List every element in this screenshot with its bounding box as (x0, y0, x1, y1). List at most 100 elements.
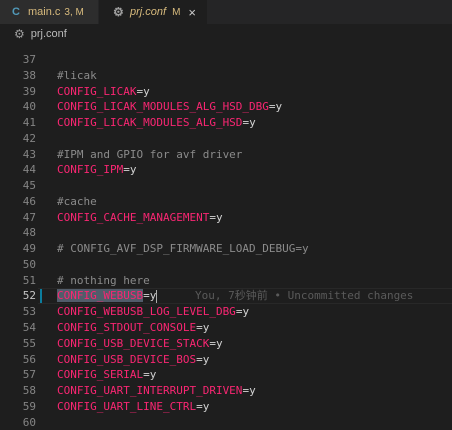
code-comment: # CONFIG_AVF_DSP_FIRMWARE_LOAD_DEBUG=y (57, 242, 309, 256)
code-token: y (249, 384, 256, 398)
line-number: 48 (22, 226, 36, 240)
breadcrumb-file[interactable]: prj.conf (31, 28, 67, 40)
line-code: CONFIG_LICAK_MODULES_ALG_HSD=y (57, 115, 256, 131)
code-token: = (143, 289, 150, 303)
code-token: = (196, 352, 203, 366)
line-code: CONFIG_SERIAL=y (57, 367, 156, 383)
editor-tab-bar: C main.c 3, M ⚙ prj.conf M × (0, 0, 452, 24)
close-icon[interactable]: × (188, 5, 196, 20)
code-line[interactable]: 53 CONFIG_WEBUSB_LOG_LEVEL_DBG=y (0, 304, 452, 320)
breadcrumb[interactable]: ⚙ prj.conf (0, 24, 452, 44)
line-code: #cache (57, 194, 97, 210)
line-code: CONFIG_IPM=y (57, 162, 136, 178)
config-key: CONFIG_UART_INTERRUPT_DRIVEN (57, 384, 243, 398)
line-number: 60 (22, 415, 36, 429)
code-token: y (215, 336, 223, 350)
code-token: = (196, 399, 203, 413)
line-number: 43 (22, 147, 36, 161)
code-token: = (209, 210, 216, 224)
code-line[interactable]: 48 (0, 225, 452, 241)
line-code: CONFIG_WEBUSB_LOG_LEVEL_DBG=y (57, 304, 249, 320)
code-line[interactable]: 47 CONFIG_CACHE_MANAGEMENT=y (0, 210, 452, 226)
text-cursor (156, 289, 158, 303)
line-number: 56 (22, 352, 36, 366)
line-code: CONFIG_STDOUT_CONSOLE=y (57, 320, 209, 336)
code-comment: #licak (57, 68, 97, 82)
code-line[interactable]: 58 CONFIG_UART_INTERRUPT_DRIVEN=y (0, 383, 452, 399)
code-line[interactable]: 56 CONFIG_USB_DEVICE_BOS=y (0, 352, 452, 368)
line-number: 45 (22, 179, 36, 193)
line-code: CONFIG_CACHE_MANAGEMENT=y (57, 210, 223, 226)
config-key: CONFIG_USB_DEVICE_BOS (57, 352, 197, 366)
code-line[interactable]: 44 CONFIG_IPM=y (0, 162, 452, 178)
code-token: y (129, 163, 137, 177)
code-token: = (123, 163, 130, 177)
line-code: CONFIG_UART_INTERRUPT_DRIVEN=y (57, 383, 256, 399)
code-line[interactable]: 37 (0, 52, 452, 68)
code-line[interactable]: 38 #licak (0, 68, 452, 84)
code-token: = (196, 321, 203, 335)
config-key: CONFIG_LICAK_MODULES_ALG_HSD (57, 116, 243, 130)
line-code: #IPM and GPIO for avf driver (57, 147, 242, 163)
config-key: CONFIG_LICAK (57, 84, 137, 98)
code-token: y (143, 84, 150, 98)
code-token: y (149, 368, 157, 382)
code-line[interactable]: 49 # CONFIG_AVF_DSP_FIRMWARE_LOAD_DEBUG=y (0, 241, 452, 257)
tab-label: main.c (28, 6, 61, 18)
line-code: #licak (57, 68, 97, 84)
config-key: CONFIG_SERIAL (57, 368, 144, 382)
line-number: 49 (22, 242, 36, 256)
line-number: 55 (22, 336, 36, 350)
config-key: CONFIG_IPM (57, 163, 124, 177)
config-key: CONFIG_UART_LINE_CTRL (57, 399, 197, 413)
line-number: 38 (22, 68, 36, 82)
code-line[interactable]: 45 (0, 178, 452, 194)
config-key: CONFIG_WEBUSB_LOG_LEVEL_DBG (57, 305, 236, 319)
code-line[interactable]: 57 CONFIG_SERIAL=y (0, 367, 452, 383)
code-line[interactable]: 41 CONFIG_LICAK_MODULES_ALG_HSD=y (0, 115, 452, 131)
line-code: CONFIG_WEBUSB=y (57, 288, 158, 304)
line-number: 51 (22, 273, 36, 287)
code-token: y (215, 210, 223, 224)
line-number: 58 (22, 384, 36, 398)
code-line[interactable]: 54 CONFIG_STDOUT_CONSOLE=y (0, 320, 452, 336)
line-number: 57 (22, 368, 36, 382)
config-key: CONFIG_WEBUSB (57, 289, 144, 303)
code-line[interactable]: 43 #IPM and GPIO for avf driver (0, 147, 452, 163)
code-line[interactable]: 42 (0, 131, 452, 147)
code-line[interactable]: 46 #cache (0, 194, 452, 210)
code-token: y (149, 289, 157, 303)
code-line[interactable]: 52 CONFIG_WEBUSB=y You, 7秒钟前 • Uncommitted… (0, 288, 452, 305)
code-line[interactable]: 55 CONFIG_USB_DEVICE_STACK=y (0, 336, 452, 352)
line-number: 50 (22, 257, 36, 271)
code-comment: #IPM and GPIO for avf driver (57, 147, 243, 161)
line-number: 53 (22, 305, 36, 319)
line-number: 46 (22, 194, 36, 208)
code-comment: # nothing here (57, 273, 150, 287)
c-file-icon: C (12, 6, 20, 18)
line-number: 44 (22, 163, 36, 177)
code-line[interactable]: 60 (0, 415, 452, 430)
tab-main-c[interactable]: C main.c 3, M (0, 0, 98, 24)
git-blame-annotation: You, 7秒钟前 • Uncommitted changes (195, 289, 414, 303)
line-code: CONFIG_LICAK_MODULES_ALG_HSD_DBG=y (57, 99, 282, 115)
code-line[interactable]: 59 CONFIG_UART_LINE_CTRL=y (0, 399, 452, 415)
code-line[interactable]: 50 (0, 257, 452, 273)
line-code: # nothing here (57, 273, 150, 289)
code-line[interactable]: 51 # nothing here (0, 273, 452, 289)
code-line[interactable]: 40 CONFIG_LICAK_MODULES_ALG_HSD_DBG=y (0, 99, 452, 115)
config-key: CONFIG_USB_DEVICE_STACK (57, 336, 210, 350)
line-number: 37 (22, 53, 36, 66)
gear-icon: ⚙ (113, 5, 124, 19)
code-editor[interactable]: 37 38 #licak 39 CONFIG_LICAK=y 40 CONFIG_LICAK… (0, 52, 452, 430)
code-line[interactable]: 39 CONFIG_LICAK=y (0, 84, 452, 100)
line-number: 59 (22, 399, 36, 413)
line-code: CONFIG_LICAK=y (57, 84, 150, 100)
tab-label: prj.conf (130, 6, 167, 18)
line-number: 42 (22, 131, 36, 145)
code-token: = (209, 336, 216, 350)
line-number: 41 (22, 116, 36, 130)
code-token: y (202, 399, 210, 413)
code-token: = (143, 368, 150, 382)
tab-prj-conf[interactable]: ⚙ prj.conf M × (99, 0, 207, 24)
